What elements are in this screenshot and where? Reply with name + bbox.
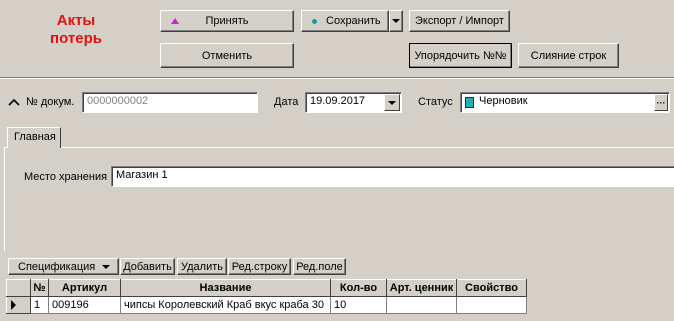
storage-field[interactable]: Магазин 1 bbox=[111, 166, 674, 187]
column-header-no[interactable]: № bbox=[30, 279, 49, 297]
cancel-button[interactable]: Отменить bbox=[160, 43, 294, 68]
edit-row-button[interactable]: Ред.строку bbox=[228, 258, 291, 275]
cell-qty[interactable]: 10 bbox=[330, 296, 387, 314]
chevron-down-icon bbox=[102, 265, 110, 269]
current-row-icon bbox=[11, 300, 16, 310]
table-header-row: № Артикул Название Кол-во Арт. ценник Св… bbox=[6, 279, 527, 297]
title-line-2: потерь bbox=[50, 30, 102, 47]
chevron-down-icon bbox=[388, 100, 396, 105]
cell-article[interactable]: 009196 bbox=[48, 296, 121, 314]
date-label: Дата bbox=[274, 96, 299, 108]
doc-number-field[interactable]: 0000000002 bbox=[82, 92, 258, 113]
delete-label: Удалить bbox=[181, 260, 223, 273]
tab-main[interactable]: Главная bbox=[7, 127, 61, 148]
header-separator bbox=[0, 77, 674, 79]
cell-price-tag[interactable] bbox=[386, 296, 457, 314]
storage-value: Магазин 1 bbox=[116, 169, 168, 181]
main-panel bbox=[4, 147, 674, 251]
status-label: Статус bbox=[418, 96, 453, 108]
cell-name[interactable]: чипсы Королевский Краб вкус краба 30 bbox=[120, 296, 331, 314]
add-button[interactable]: Добавить bbox=[120, 258, 175, 275]
title-line-1: Акты bbox=[56, 12, 96, 29]
add-label: Добавить bbox=[123, 260, 172, 273]
doc-number-label: № докум. bbox=[26, 96, 75, 108]
reorder-label: Упорядочить №№ bbox=[414, 49, 507, 62]
column-header-price-tag[interactable]: Арт. ценник bbox=[386, 279, 457, 297]
save-icon bbox=[312, 19, 317, 24]
column-header-article[interactable]: Артикул bbox=[48, 279, 121, 297]
save-button[interactable]: Сохранить bbox=[301, 10, 389, 32]
storage-label: Место хранения bbox=[24, 171, 108, 183]
save-label: Сохранить bbox=[326, 15, 381, 27]
collapse-icon[interactable] bbox=[8, 97, 20, 109]
specification-dropdown[interactable]: Спецификация bbox=[8, 258, 119, 275]
date-field[interactable]: 19.09.2017 bbox=[305, 92, 402, 113]
accept-button[interactable]: Принять bbox=[160, 10, 294, 32]
edit-field-label: Ред.поле bbox=[296, 260, 343, 273]
column-header-property[interactable]: Свойство bbox=[456, 279, 527, 297]
specification-table[interactable]: № Артикул Название Кол-во Арт. ценник Св… bbox=[6, 279, 527, 314]
doc-number-value: 0000000002 bbox=[87, 95, 149, 107]
ellipsis-icon: ··· bbox=[656, 97, 666, 108]
column-header-indicator bbox=[6, 279, 31, 297]
export-import-button[interactable]: Экспорт / Импорт bbox=[409, 10, 510, 32]
status-more-button[interactable]: ··· bbox=[654, 94, 668, 111]
date-dropdown-button[interactable] bbox=[384, 94, 400, 111]
merge-rows-label: Слияние строк bbox=[530, 49, 607, 62]
save-dropdown-button[interactable] bbox=[389, 10, 403, 32]
row-indicator[interactable] bbox=[6, 296, 31, 314]
triangle-up-icon bbox=[171, 18, 179, 24]
delete-button[interactable]: Удалить bbox=[177, 258, 227, 275]
status-field[interactable]: Черновик ··· bbox=[460, 92, 670, 113]
cell-property[interactable] bbox=[456, 296, 527, 314]
column-header-qty[interactable]: Кол-во bbox=[330, 279, 387, 297]
cell-no[interactable]: 1 bbox=[30, 296, 49, 314]
page-title: Акты потерь bbox=[26, 12, 126, 48]
merge-rows-button[interactable]: Слияние строк bbox=[518, 43, 619, 68]
reorder-numbers-button[interactable]: Упорядочить №№ bbox=[409, 43, 512, 68]
tab-main-label: Главная bbox=[14, 131, 56, 143]
cancel-label: Отменить bbox=[201, 49, 253, 62]
edit-field-button[interactable]: Ред.поле bbox=[293, 258, 346, 275]
specification-label: Спецификация bbox=[18, 260, 96, 273]
column-header-name[interactable]: Название bbox=[120, 279, 331, 297]
table-row[interactable]: 1 009196 чипсы Королевский Краб вкус кра… bbox=[6, 296, 527, 314]
chevron-down-icon bbox=[392, 19, 400, 23]
accept-label: Принять bbox=[205, 15, 249, 27]
document-icon bbox=[465, 97, 474, 108]
edit-row-label: Ред.строку bbox=[231, 260, 288, 273]
date-value: 19.09.2017 bbox=[310, 95, 366, 107]
status-value: Черновик bbox=[479, 95, 528, 107]
export-import-label: Экспорт / Импорт bbox=[415, 15, 504, 27]
